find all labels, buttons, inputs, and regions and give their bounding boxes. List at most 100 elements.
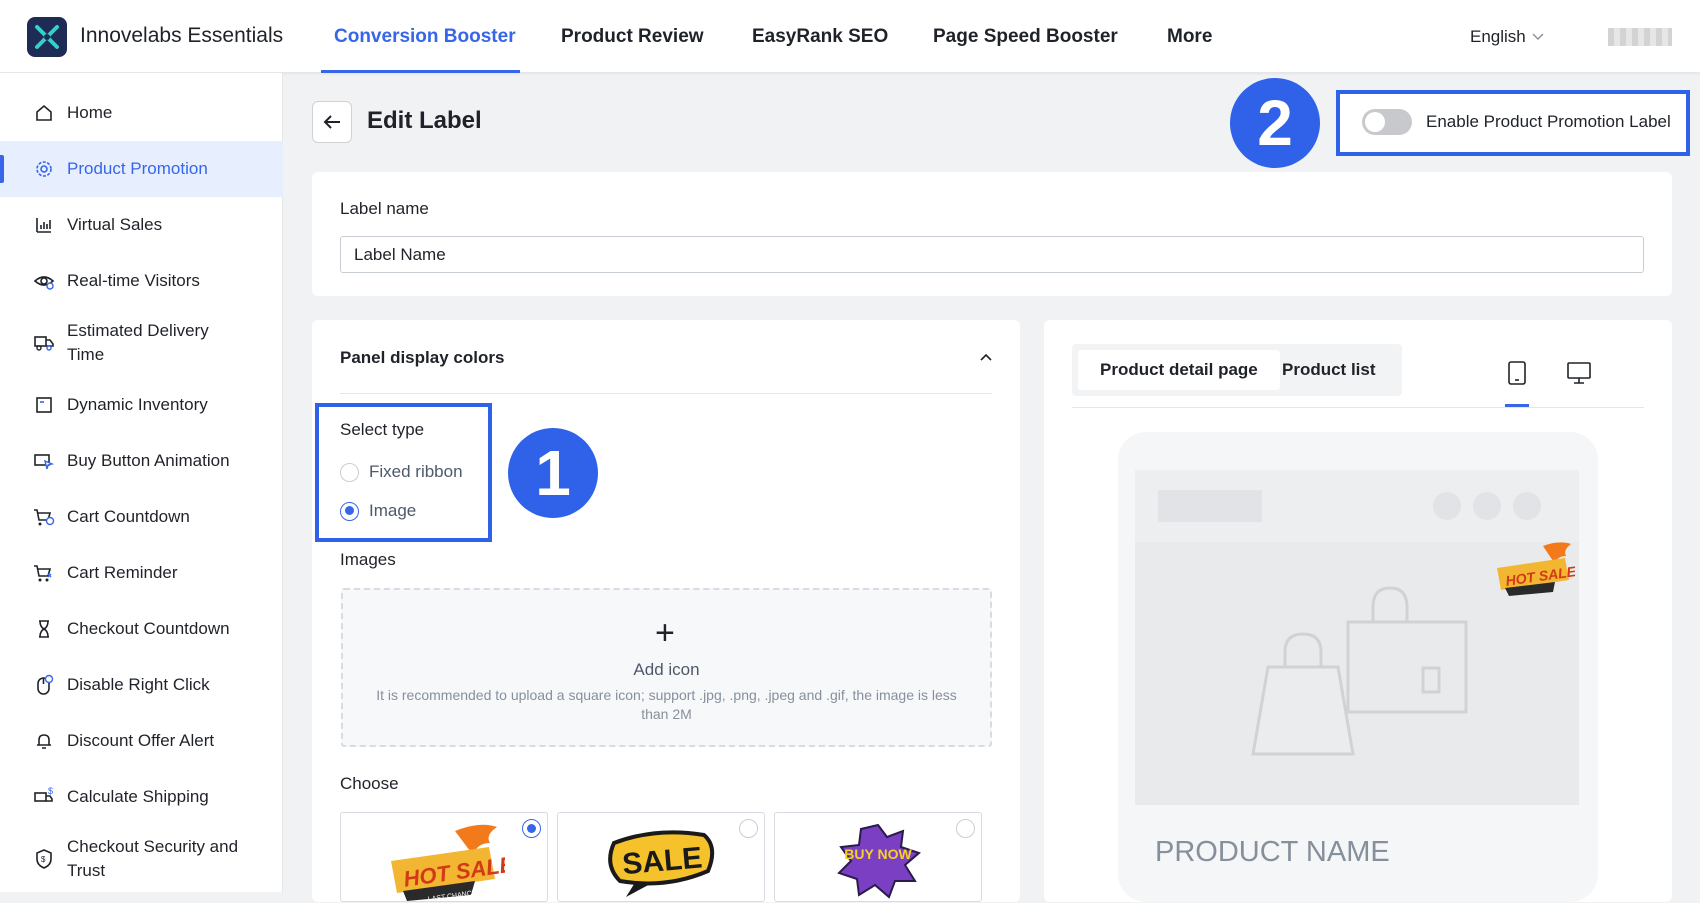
desktop-icon[interactable] bbox=[1566, 360, 1592, 386]
sidebar-item-dynamic-inventory[interactable]: Dynamic Inventory bbox=[0, 377, 283, 433]
tab-product-detail-page[interactable]: Product detail page bbox=[1078, 350, 1280, 390]
tab-easyrank-seo[interactable]: EasyRank SEO bbox=[752, 26, 888, 48]
choice-hot-sale[interactable]: HOT SALE LAST CHANCE bbox=[340, 812, 548, 903]
hourglass-icon bbox=[33, 618, 55, 640]
sidebar-item-disable-right-click[interactable]: Disable Right Click bbox=[0, 657, 283, 713]
header-placeholder-dot bbox=[1433, 492, 1461, 520]
sidebar-item-buy-button-animation[interactable]: Buy Button Animation bbox=[0, 433, 283, 489]
sidebar-item-label: Buy Button Animation bbox=[67, 451, 230, 470]
sidebar-item-label: Checkout Countdown bbox=[67, 619, 230, 638]
section-divider bbox=[340, 393, 992, 394]
tab-conversion-booster[interactable]: Conversion Booster bbox=[334, 26, 516, 48]
radio-button[interactable] bbox=[522, 819, 541, 838]
home-icon bbox=[33, 102, 55, 124]
chevron-down-icon bbox=[1532, 33, 1544, 40]
highlight-box-select-type bbox=[315, 403, 492, 542]
buy-now-text: BUY NOW bbox=[844, 846, 912, 862]
arrow-left-icon bbox=[323, 115, 340, 129]
inventory-icon bbox=[33, 394, 55, 416]
upload-hint: It is recommended to upload a square ico… bbox=[376, 687, 957, 722]
sidebar-item-virtual-sales[interactable]: Virtual Sales bbox=[0, 197, 283, 253]
shopping-bags-icon bbox=[1251, 586, 1468, 756]
mouse-icon bbox=[33, 674, 55, 696]
sidebar-item-cart-reminder[interactable]: Cart Reminder bbox=[0, 545, 283, 601]
sidebar-item-product-promotion[interactable]: Product Promotion bbox=[0, 141, 283, 197]
shield-icon: $ bbox=[33, 848, 55, 870]
sidebar-item-real-time-visitors[interactable]: Real-time Visitors bbox=[0, 253, 283, 309]
sidebar-item-discount-offer-alert[interactable]: Discount Offer Alert bbox=[0, 713, 283, 769]
sidebar-item-label: Dynamic Inventory bbox=[67, 395, 208, 414]
app-title: Innovelabs Essentials bbox=[80, 24, 284, 47]
tab-product-list[interactable]: Product list bbox=[1260, 350, 1398, 390]
sidebar-item-label: Home bbox=[67, 103, 113, 122]
top-navigation-bar: Innovelabs Essentials Conversion Booster… bbox=[0, 0, 1700, 73]
label-name-card bbox=[312, 172, 1672, 296]
product-image-placeholder: HOT SALE bbox=[1135, 542, 1579, 805]
truck-icon bbox=[33, 332, 55, 354]
bell-icon bbox=[33, 730, 55, 752]
sidebar-item-cart-countdown[interactable]: Cart Countdown bbox=[0, 489, 283, 545]
language-select[interactable]: English bbox=[1470, 27, 1544, 47]
hot-sale-label-preview: HOT SALE bbox=[1497, 542, 1575, 596]
sidebar-item-label: Real-time Visitors bbox=[67, 271, 200, 290]
tab-product-review[interactable]: Product Review bbox=[561, 26, 704, 48]
choice-buy-now[interactable]: BUY NOW bbox=[774, 812, 982, 902]
gear-icon bbox=[33, 158, 55, 180]
radio-button[interactable] bbox=[739, 819, 758, 838]
sidebar-item-checkout-countdown[interactable]: Checkout Countdown bbox=[0, 601, 283, 657]
back-button[interactable] bbox=[312, 101, 352, 143]
sidebar-item-label: Cart Reminder bbox=[67, 563, 178, 582]
step-badge-1: 1 bbox=[508, 428, 598, 518]
cart-reminder-icon bbox=[33, 562, 55, 584]
tab-more[interactable]: More bbox=[1167, 26, 1212, 48]
radio-button[interactable] bbox=[956, 819, 975, 838]
choose-label: Choose bbox=[340, 774, 399, 793]
sidebar-item-label: Product Promotion bbox=[67, 159, 208, 178]
sidebar-item-checkout-security-and-trust[interactable]: $ Checkout Security and Trust bbox=[0, 825, 283, 893]
preview-divider bbox=[1072, 407, 1644, 408]
user-account[interactable] bbox=[1608, 28, 1672, 46]
phone-header bbox=[1135, 470, 1579, 542]
hot-sale-image: HOT SALE LAST CHANCE bbox=[391, 824, 505, 903]
chevron-up-icon[interactable] bbox=[980, 353, 992, 361]
sidebar-item-label: Estimated Delivery Time bbox=[67, 321, 209, 364]
sidebar: Home Product Promotion Virtual Sales Rea… bbox=[0, 73, 283, 892]
choice-sale[interactable]: SALE bbox=[557, 812, 765, 902]
sale-text: SALE bbox=[621, 841, 704, 881]
sidebar-item-label: Disable Right Click bbox=[67, 675, 210, 694]
header-placeholder-bar bbox=[1158, 490, 1262, 522]
images-label: Images bbox=[340, 550, 396, 569]
language-value: English bbox=[1470, 27, 1526, 46]
sidebar-item-label: Cart Countdown bbox=[67, 507, 190, 526]
add-icon-text: Add icon bbox=[633, 660, 700, 679]
highlight-box-enable bbox=[1336, 90, 1690, 156]
svg-text:$: $ bbox=[41, 855, 46, 864]
mobile-icon[interactable] bbox=[1507, 360, 1527, 386]
svg-text:$: $ bbox=[48, 787, 53, 796]
shipping-dollar-icon: $ bbox=[33, 786, 55, 808]
sidebar-item-calculate-shipping[interactable]: $ Calculate Shipping bbox=[0, 769, 283, 825]
cart-clock-icon bbox=[33, 506, 55, 528]
header-placeholder-dot bbox=[1473, 492, 1501, 520]
plus-icon: + bbox=[655, 614, 675, 652]
sidebar-item-label: Calculate Shipping bbox=[67, 787, 209, 806]
header-placeholder-dot bbox=[1513, 492, 1541, 520]
cursor-click-icon bbox=[33, 450, 55, 472]
label-name-title: Label name bbox=[340, 199, 429, 218]
sidebar-item-home[interactable]: Home bbox=[0, 85, 283, 141]
label-name-input[interactable] bbox=[340, 236, 1644, 273]
product-name: PRODUCT NAME bbox=[1155, 836, 1390, 868]
tab-page-speed-booster[interactable]: Page Speed Booster bbox=[933, 26, 1118, 48]
sale-image: SALE bbox=[608, 830, 715, 897]
page-title: Edit Label bbox=[367, 107, 482, 134]
upload-icon-dropzone[interactable]: + Add icon It is recommended to upload a… bbox=[341, 588, 992, 747]
bar-chart-icon bbox=[33, 214, 55, 236]
preview-tabs: Product detail page Product list bbox=[1072, 344, 1402, 396]
buy-now-image: BUY NOW bbox=[837, 823, 921, 899]
active-tab-indicator bbox=[321, 70, 520, 73]
eye-icon bbox=[33, 270, 55, 292]
step-badge-2: 2 bbox=[1230, 78, 1320, 168]
sidebar-item-label: Discount Offer Alert bbox=[67, 731, 215, 750]
sidebar-item-estimated-delivery-time[interactable]: Estimated Delivery Time bbox=[0, 309, 283, 377]
app-logo-icon bbox=[27, 17, 67, 57]
